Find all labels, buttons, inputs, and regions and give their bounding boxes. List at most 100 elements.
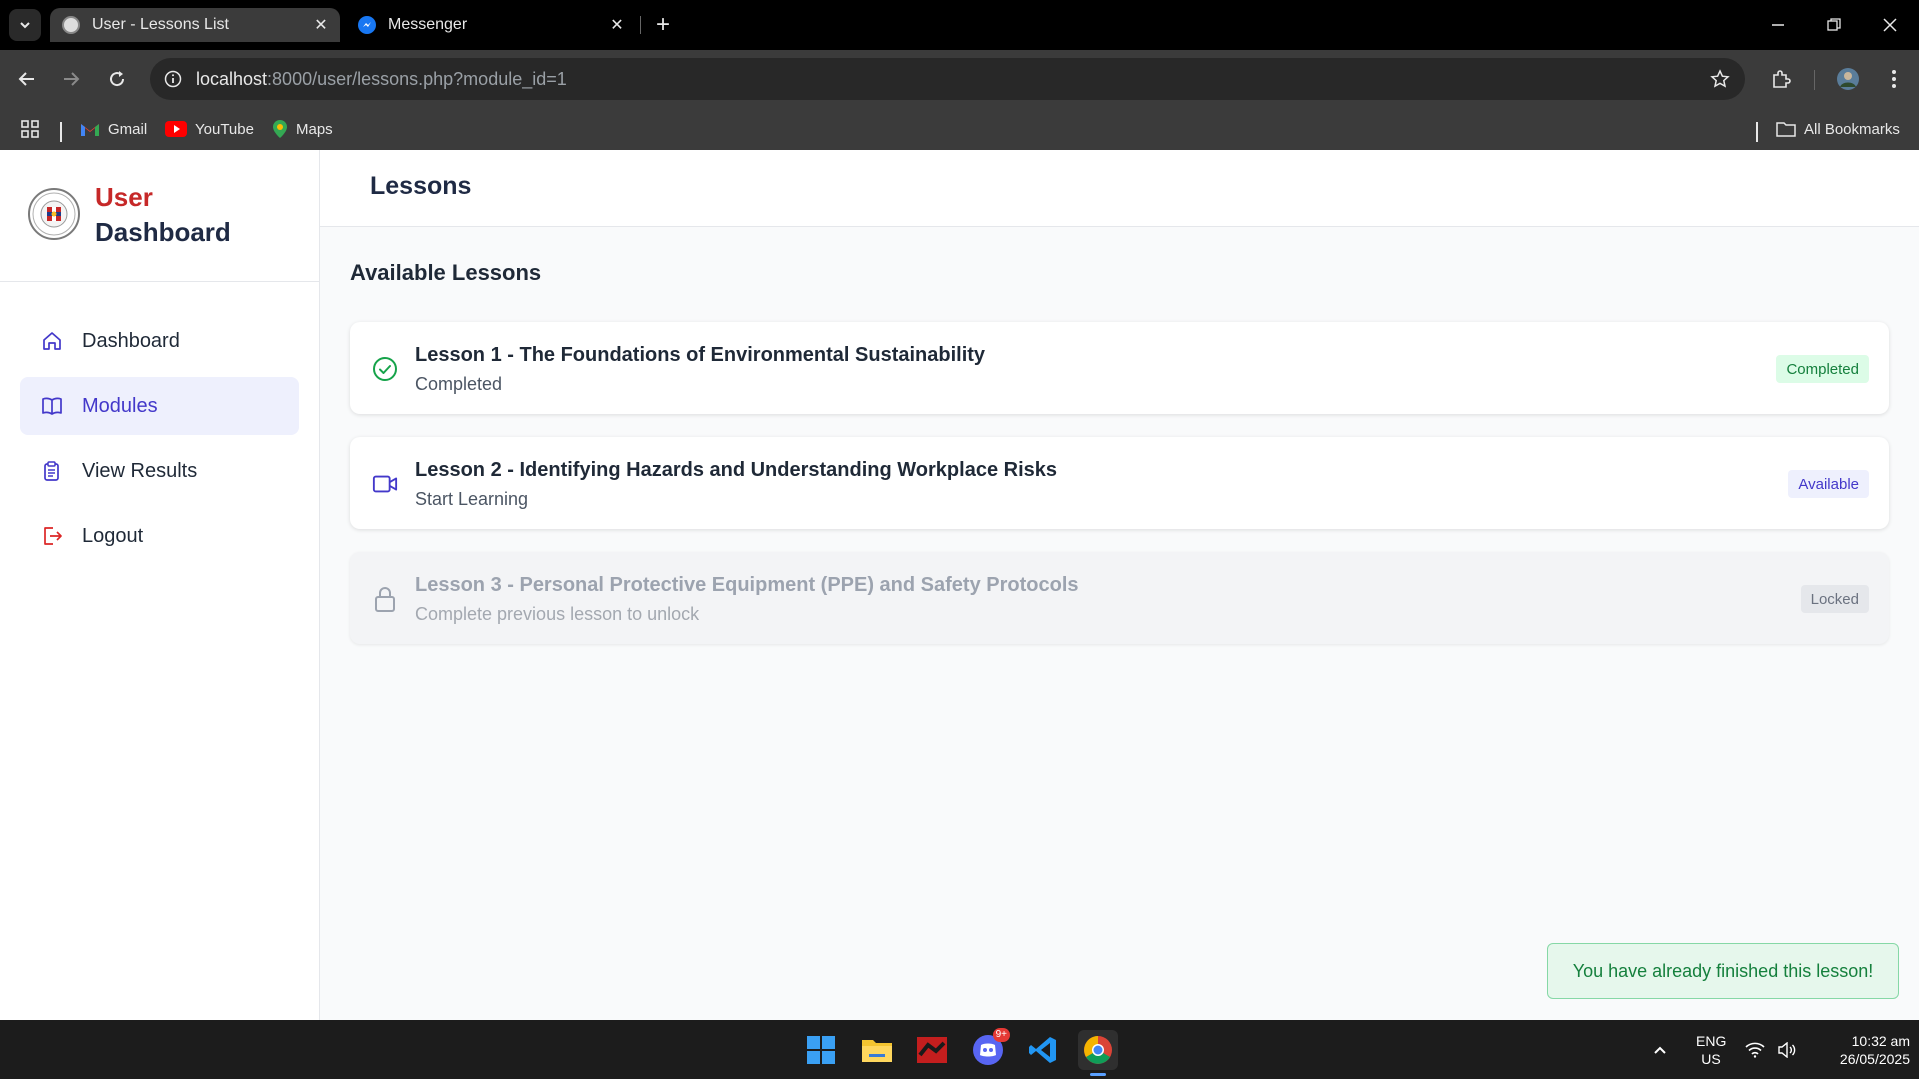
all-bookmarks-button[interactable]: All Bookmarks <box>1776 116 1900 142</box>
sidebar-item-label: Dashboard <box>82 329 180 352</box>
taskbar-vscode[interactable] <box>1023 1030 1063 1070</box>
new-tab-button[interactable]: + <box>650 11 676 38</box>
check-circle-icon <box>372 356 398 382</box>
more-vertical-icon <box>1892 70 1896 88</box>
logout-icon <box>40 524 64 548</box>
chevron-down-icon <box>20 22 30 29</box>
close-tab-icon[interactable]: ✕ <box>606 14 628 36</box>
lesson-card-1[interactable]: Lesson 1 - The Foundations of Environmen… <box>350 322 1889 414</box>
all-bookmarks-label: All Bookmarks <box>1804 120 1900 138</box>
lesson-subtitle: Start Learning <box>415 489 529 509</box>
tab-title: Messenger <box>388 16 468 33</box>
taskbar-app-red[interactable] <box>912 1030 952 1070</box>
taskbar-discord[interactable]: 9+ <box>968 1028 1010 1070</box>
close-window-button[interactable] <box>1870 10 1910 40</box>
main-content: Lessons Available Lessons Lesson 1 - The… <box>320 150 1919 1020</box>
app-viewport: User Dashboard Dashboard Modules View Re… <box>0 150 1919 1020</box>
page-title: Lessons <box>370 172 472 200</box>
bookmarks-divider <box>60 122 62 142</box>
bookmark-maps[interactable]: Maps <box>272 116 333 142</box>
reload-icon <box>110 71 125 87</box>
bookmark-label: Maps <box>296 120 333 138</box>
profile-avatar[interactable] <box>1833 64 1863 94</box>
address-bar[interactable]: localhost:8000/user/lessons.php?module_i… <box>150 58 1745 100</box>
video-icon <box>372 471 398 497</box>
close-tab-icon[interactable]: ✕ <box>310 14 332 36</box>
brand-line-2: Dashboard <box>95 217 231 247</box>
brand-header: User Dashboard <box>0 150 319 282</box>
sidebar-nav: Dashboard Modules View Results Logout <box>20 312 299 572</box>
notification-badge: 9+ <box>992 1028 1010 1042</box>
browser-menu-button[interactable] <box>1879 64 1909 94</box>
brand-title: User Dashboard <box>95 180 231 250</box>
start-button[interactable] <box>801 1030 841 1070</box>
folder-icon <box>1776 122 1796 137</box>
lesson-card-2[interactable]: Lesson 2 - Identifying Hazards and Under… <box>350 437 1889 529</box>
sidebar-item-logout[interactable]: Logout <box>20 507 299 565</box>
taskbar-chrome[interactable] <box>1078 1030 1118 1076</box>
volume-control[interactable] <box>1772 1030 1802 1070</box>
bookmark-label: YouTube <box>195 120 254 138</box>
home-icon <box>40 329 64 353</box>
apps-button[interactable] <box>20 116 40 142</box>
tab-title: User - Lessons List <box>92 16 229 33</box>
browser-tab-lessons[interactable]: User - Lessons List ✕ <box>50 8 340 42</box>
tab-search-button[interactable] <box>9 9 41 41</box>
language-indicator[interactable]: ENG US <box>1696 1032 1726 1068</box>
toolbar-divider <box>1814 70 1815 90</box>
bookmarks-divider <box>1756 122 1758 142</box>
clock-time: 10:32 am <box>1851 1033 1910 1049</box>
back-button[interactable] <box>12 64 42 94</box>
show-hidden-icons-button[interactable] <box>1642 1030 1678 1070</box>
forward-button[interactable] <box>56 64 86 94</box>
url-host: localhost <box>196 69 268 89</box>
bookmarks-bar: Gmail YouTube Maps All Bookmarks <box>0 108 1919 150</box>
brand-line-1: User <box>95 182 153 212</box>
wifi-status[interactable] <box>1740 1030 1770 1070</box>
folder-icon <box>862 1040 892 1062</box>
toast-notification: You have already finished this lesson! <box>1547 943 1899 999</box>
minimize-button[interactable] <box>1758 10 1798 40</box>
arrow-left-icon <box>18 72 34 86</box>
active-indicator <box>1090 1073 1106 1076</box>
section-title: Available Lessons <box>350 260 542 285</box>
sidebar-item-dashboard[interactable]: Dashboard <box>20 312 299 370</box>
site-favicon-icon <box>62 16 80 34</box>
bookmark-star-icon[interactable] <box>1709 68 1731 90</box>
bookmark-gmail[interactable]: Gmail <box>80 116 147 142</box>
site-info-icon[interactable] <box>162 68 184 90</box>
reload-button[interactable] <box>102 64 132 94</box>
organization-logo <box>28 188 80 240</box>
youtube-icon <box>165 121 187 137</box>
os-taskbar: 9+ ENG US 10:32 am 26/05/2025 <box>0 1020 1919 1079</box>
vscode-icon <box>1029 1037 1056 1063</box>
clock-date: 26/05/2025 <box>1839 1051 1910 1067</box>
windows-logo-icon <box>807 1036 835 1064</box>
restore-icon <box>1827 18 1841 31</box>
bookmark-youtube[interactable]: YouTube <box>165 116 254 142</box>
extensions-button[interactable] <box>1766 64 1796 94</box>
speaker-icon <box>1778 1042 1796 1058</box>
browser-tab-messenger[interactable]: Messenger ✕ <box>346 8 636 42</box>
arrow-right-icon <box>64 72 80 86</box>
clock[interactable]: 10:32 am 26/05/2025 <box>1810 1032 1910 1068</box>
wifi-icon <box>1745 1042 1765 1058</box>
sidebar-item-label: Modules <box>82 394 158 417</box>
sidebar-item-view-results[interactable]: View Results <box>20 442 299 500</box>
chrome-icon <box>1084 1036 1112 1064</box>
lesson-title: Lesson 2 - Identifying Hazards and Under… <box>415 459 1057 481</box>
status-badge-locked: Locked <box>1800 585 1869 613</box>
book-icon <box>40 394 64 418</box>
chevron-up-icon <box>1654 1046 1666 1054</box>
restore-button[interactable] <box>1814 10 1854 40</box>
close-icon <box>1883 18 1897 32</box>
puzzle-icon <box>1773 70 1791 88</box>
sidebar-item-modules[interactable]: Modules <box>20 377 299 435</box>
taskbar-file-explorer[interactable] <box>857 1030 897 1070</box>
page-header: Lessons <box>320 150 1919 227</box>
browser-toolbar: localhost:8000/user/lessons.php?module_i… <box>0 50 1919 108</box>
gmail-icon <box>81 124 99 136</box>
bookmark-label: Gmail <box>108 120 148 138</box>
messenger-icon <box>358 16 376 34</box>
status-badge-available: Available <box>1788 470 1869 498</box>
